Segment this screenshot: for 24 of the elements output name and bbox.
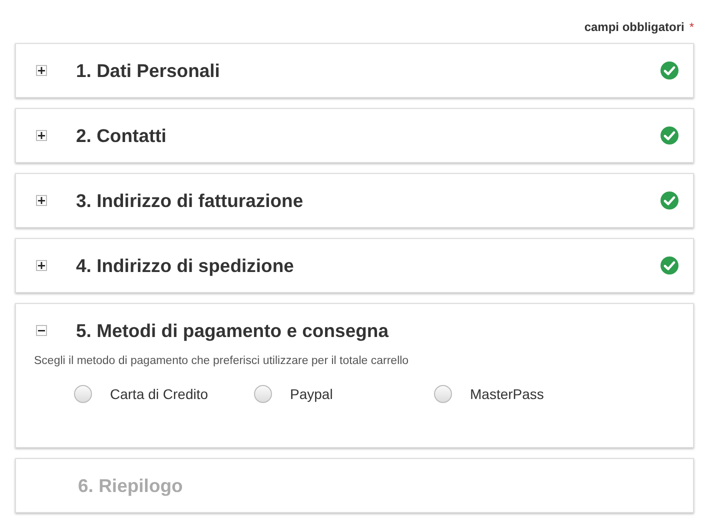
minus-icon [38, 327, 45, 334]
payment-option[interactable]: Paypal [254, 385, 434, 403]
payment-option[interactable]: Carta di Credito [74, 385, 254, 403]
required-fields-label: campi obbligatori [584, 20, 684, 34]
radio-button[interactable] [254, 385, 272, 403]
plus-icon [38, 132, 45, 139]
expand-button[interactable] [36, 260, 47, 271]
payment-option[interactable]: MasterPass [434, 385, 544, 403]
expand-button[interactable] [36, 65, 47, 76]
radio-button[interactable] [74, 385, 92, 403]
section-title[interactable]: 4. Indirizzo di spedizione [76, 254, 660, 276]
expand-button[interactable] [36, 130, 47, 141]
section-title[interactable]: 1. Dati Personali [76, 60, 660, 82]
section-title[interactable]: 2. Contatti [76, 124, 660, 146]
section-description: Scegli il metodo di pagamento che preferisci utilizzare per il totale carrello [34, 355, 410, 367]
required-marker: * [689, 20, 694, 34]
section-title[interactable]: 5. Metodi di pagamento e consegna [76, 320, 679, 342]
expand-button[interactable] [36, 195, 47, 206]
plus-icon [38, 262, 45, 269]
collapse-button[interactable] [36, 325, 47, 336]
radio-button[interactable] [434, 385, 452, 403]
plus-icon [38, 67, 45, 74]
plus-icon [38, 197, 45, 204]
section-title[interactable]: 3. Indirizzo di fatturazione [76, 190, 660, 212]
